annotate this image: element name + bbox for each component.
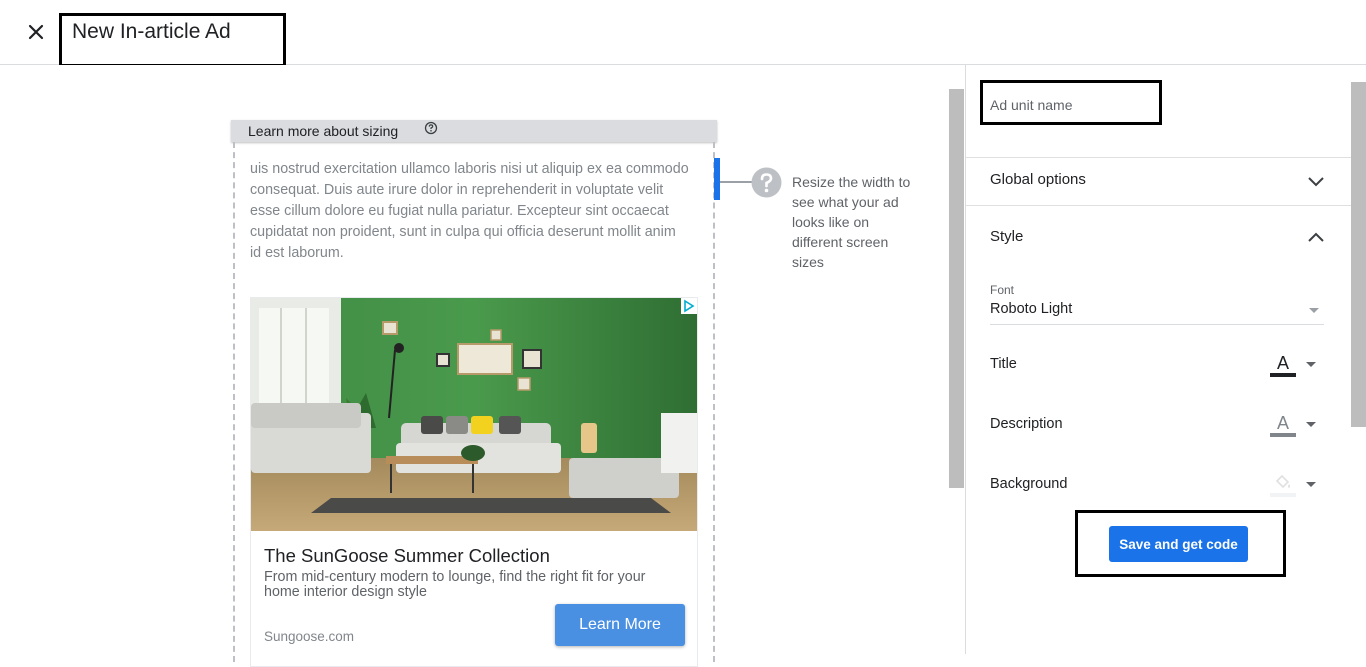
close-button[interactable] (22, 18, 50, 46)
preview-scrollbar[interactable] (949, 89, 964, 488)
chevron-down-icon (1308, 177, 1324, 187)
adchoices-icon[interactable] (681, 298, 697, 314)
living-room-image (251, 298, 697, 531)
background-color-picker[interactable] (1270, 472, 1316, 498)
ad-description: From mid-century modern to lounge, find … (264, 569, 646, 600)
save-and-get-code-button[interactable]: Save and get code (1109, 526, 1248, 562)
text-color-icon: A (1276, 353, 1289, 373)
sizing-bar: Learn more about sizing (231, 120, 717, 142)
settings-panel: Global options Style Font Roboto Light T… (965, 65, 1366, 654)
help-circle-icon[interactable] (424, 121, 438, 135)
title-color-label: Title (990, 356, 1017, 372)
description-color-label: Description (990, 416, 1063, 432)
dropdown-caret-icon (1309, 308, 1319, 313)
page-title: New In-article Ad (72, 20, 231, 43)
font-value: Roboto Light (990, 301, 1073, 317)
divider (966, 205, 1351, 206)
dropdown-caret-icon (1306, 482, 1316, 487)
description-color-row: Description A (990, 412, 1326, 438)
divider (966, 157, 1351, 158)
top-bar: New In-article Ad (0, 0, 1366, 67)
hint-connector (720, 181, 752, 183)
panel-scrollbar[interactable] (1351, 82, 1366, 427)
close-icon (28, 24, 44, 40)
global-options-label: Global options (990, 171, 1086, 188)
dropdown-caret-icon (1306, 422, 1316, 427)
article-text: uis nostrud exercitation ullamco laboris… (250, 161, 689, 261)
title-color-row: Title A (990, 352, 1326, 378)
fill-color-icon (1275, 474, 1290, 489)
background-color-label: Background (990, 476, 1068, 492)
style-label: Style (990, 228, 1024, 245)
global-options-section[interactable]: Global options (990, 168, 1326, 194)
background-color-swatch (1270, 493, 1296, 497)
resize-hint: Resize the width to see what your ad loo… (792, 174, 911, 270)
description-color-swatch (1270, 433, 1296, 437)
chevron-up-icon (1308, 232, 1324, 242)
ad-title[interactable]: The SunGoose Summer Collection (264, 545, 550, 567)
ad-image[interactable] (251, 298, 697, 531)
style-section[interactable]: Style (990, 225, 1326, 251)
sizing-link[interactable]: Learn more about sizing (248, 123, 398, 139)
ad-domain: Sungoose.com (264, 629, 355, 644)
text-color-icon: A (1276, 413, 1289, 433)
ad-unit-name-input[interactable] (990, 95, 1150, 115)
font-caption: Font (990, 283, 1015, 297)
learn-more-button[interactable]: Learn More (555, 604, 685, 646)
dropdown-caret-icon (1306, 362, 1316, 367)
question-icon (751, 167, 782, 198)
resize-handle[interactable] (714, 158, 720, 200)
title-color-swatch (1270, 373, 1296, 377)
description-color-picker[interactable]: A (1270, 412, 1316, 438)
preview-area: Learn more about sizing uis nostrud exer… (0, 65, 965, 667)
background-color-row: Background (990, 472, 1326, 498)
font-select[interactable]: Roboto Light (990, 299, 1324, 325)
in-article-ad[interactable]: The SunGoose Summer Collection From mid-… (250, 297, 698, 667)
title-color-picker[interactable]: A (1270, 352, 1316, 378)
preview-frame: uis nostrud exercitation ullamco laboris… (233, 142, 715, 667)
